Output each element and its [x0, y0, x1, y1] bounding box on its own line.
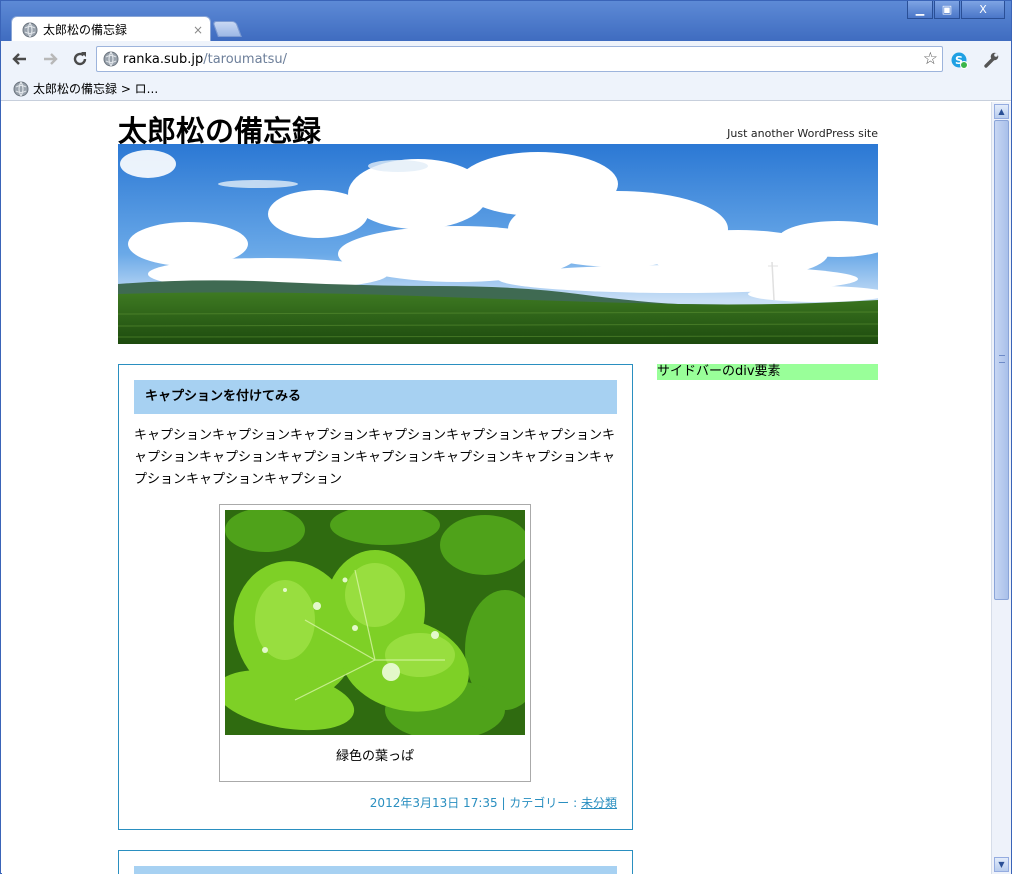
url-path: /taroumatsu/ [203, 51, 288, 67]
scroll-thumb[interactable] [994, 120, 1009, 600]
reload-icon[interactable] [69, 48, 91, 70]
post-title[interactable]: キャプションを付けてみる [134, 380, 617, 414]
post-card: キャプションを付けてみる キャプションキャプションキャプションキャプションキャプ… [118, 364, 633, 830]
tab-close-icon[interactable]: × [190, 23, 206, 37]
scroll-up-arrow-icon[interactable]: ▲ [994, 104, 1009, 119]
vertical-scrollbar[interactable]: ▲ ▼ [991, 102, 1011, 874]
window-controls: ▁ ▣ X [906, 1, 1005, 19]
bookmark-star-icon[interactable]: ☆ [923, 49, 938, 69]
post-body: キャプションキャプションキャプションキャプションキャプションキャプションキャプシ… [134, 428, 616, 487]
bookmark-globe-icon [13, 81, 29, 97]
browser-window: 太郎松の備忘録 × ▁ ▣ X ranka.sub.jp/taroumatsu/… [0, 0, 1012, 874]
header-image [118, 144, 878, 344]
tab-title: 太郎松の備忘録 [43, 23, 128, 37]
title-bar: 太郎松の備忘録 × ▁ ▣ X [1, 1, 1011, 42]
wrench-icon[interactable] [981, 50, 1001, 70]
close-button[interactable]: X [961, 1, 1005, 19]
active-tab[interactable]: 太郎松の備忘録 × [11, 16, 211, 42]
category-link[interactable]: 未分類 [581, 796, 617, 810]
forward-arrow-icon[interactable] [39, 48, 61, 70]
leaf-photo [225, 510, 525, 735]
post-title-next[interactable] [134, 866, 617, 874]
new-tab-button[interactable] [212, 21, 242, 37]
site-description: Just another WordPress site [727, 127, 878, 140]
scroll-down-arrow-icon[interactable]: ▼ [994, 857, 1009, 872]
sidebar: サイドバーのdiv要素 [657, 364, 878, 380]
site-info-globe-icon[interactable] [103, 51, 119, 67]
browser-toolbar: ranka.sub.jp/taroumatsu/ ☆ S [1, 41, 1011, 77]
bookmarks-bar: 太郎松の備忘録 > ロ... [1, 77, 1011, 101]
post-card-next [118, 850, 633, 874]
post-date: 2012年3月13日 17:35 | カテゴリー : [369, 796, 581, 810]
figure-caption: 緑色の葉っぱ [335, 749, 414, 764]
globe-icon [22, 22, 38, 38]
post-figure: 緑色の葉っぱ [219, 504, 531, 782]
skype-icon[interactable]: S [949, 50, 969, 70]
minimize-button[interactable]: ▁ [907, 1, 933, 19]
post-meta: 2012年3月13日 17:35 | カテゴリー : 未分類 [370, 794, 617, 811]
url-host: ranka.sub.jp [123, 51, 204, 67]
scroll-grip [999, 355, 1005, 363]
page-viewport: 太郎松の備忘録 Just another WordPress site キャプシ… [2, 102, 991, 874]
address-bar[interactable]: ranka.sub.jp/taroumatsu/ ☆ [96, 46, 943, 72]
back-arrow-icon[interactable] [9, 48, 31, 70]
bookmark-item[interactable]: 太郎松の備忘録 > ロ... [33, 80, 158, 97]
maximize-button[interactable]: ▣ [934, 1, 960, 19]
